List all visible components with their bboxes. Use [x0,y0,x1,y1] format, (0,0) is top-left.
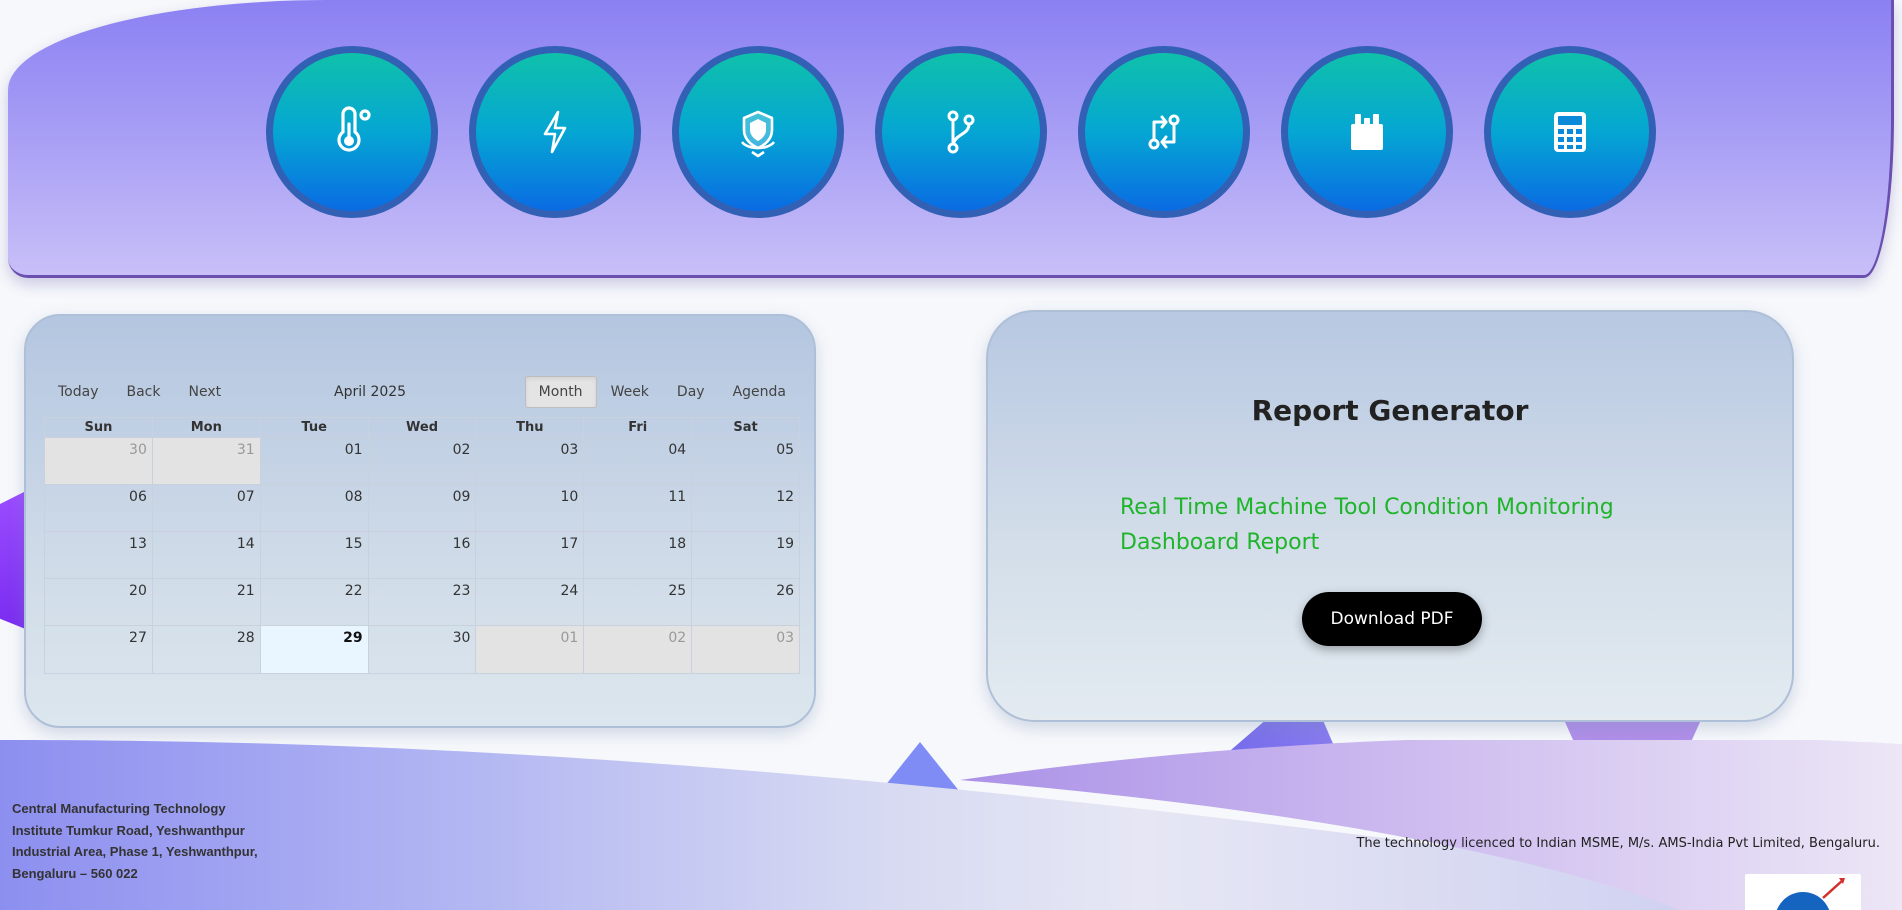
git-branch-icon [947,110,975,154]
calendar-day-cell[interactable]: 28 [151,626,260,673]
calendar-view-group: Month Week Day Agenda [524,376,800,408]
calendar-day-cell[interactable]: 30 [45,438,152,484]
calendar-day-cell[interactable]: 03 [691,626,800,673]
next-button[interactable]: Next [175,376,236,408]
calendar-day-today[interactable]: 29 [259,626,368,673]
view-day-button[interactable]: Day [663,376,719,408]
calendar-day-cell[interactable]: 01 [475,626,584,673]
footer-address: Central Manufacturing Technology Institu… [12,798,312,884]
weekday-header-row: Sun Mon Tue Wed Thu Fri Sat [45,418,799,438]
shield-icon [740,110,776,158]
calendar-day-cell[interactable]: 19 [691,532,799,578]
report-title: Report Generator [1251,394,1529,427]
calendar-day-cell[interactable]: 27 [45,626,152,673]
logo-icon [1776,878,1845,910]
weekday-header: Fri [583,418,691,437]
calendar-day-cell[interactable]: 24 [475,579,583,625]
calendar-day-cell[interactable]: 13 [45,532,152,578]
calendar-day-cell[interactable]: 08 [259,485,368,531]
calendar-day-cell[interactable]: 25 [583,579,691,625]
calendar-month-label: April 2025 [334,384,407,400]
module-nav [266,46,1656,218]
calendar-day-cell[interactable]: 01 [259,438,368,484]
calendar-day-cell[interactable]: 05 [691,438,799,484]
address-line: Bengaluru – 560 022 [12,865,138,881]
calendar-day-cell[interactable]: 07 [151,485,260,531]
calendar-week-row: 06 07 08 09 10 11 12 [45,485,799,532]
transfer-module-button[interactable] [1078,46,1250,218]
partner-logo [1745,874,1861,910]
calendar-day-cell[interactable]: 02 [583,626,692,673]
view-week-button[interactable]: Week [597,376,663,408]
calendar-month-grid: Sun Mon Tue Wed Thu Fri Sat 30 31 01 02 … [44,417,800,674]
download-pdf-button[interactable]: Download PDF [1302,592,1482,646]
calendar-day-cell[interactable]: 03 [475,438,583,484]
calendar-day-cell[interactable]: 16 [367,532,476,578]
temperature-module-button[interactable] [266,46,438,218]
report-subtitle: Real Time Machine Tool Condition Monitor… [1120,495,1614,555]
weekday-header: Sun [84,420,113,435]
calendar-day-cell[interactable]: 11 [583,485,691,531]
calendar-day-cell[interactable]: 31 [151,438,260,484]
calendar-day-cell[interactable]: 18 [583,532,691,578]
calendar-day-cell[interactable]: 06 [45,485,152,531]
calendar-week-row: 20 21 22 23 24 25 26 [45,579,799,626]
today-button[interactable]: Today [44,376,113,408]
calendar-nav-group: Today Back Next [44,376,235,408]
calendar-day-cell[interactable]: 26 [691,579,799,625]
calendar-day-cell[interactable]: 21 [151,579,260,625]
lightning-icon [543,110,567,154]
weekday-header: Thu [475,418,583,437]
calendar-day-cell[interactable]: 14 [151,532,260,578]
footer-license-text: The technology licenced to Indian MSME, … [1356,836,1880,851]
workflow-module-button[interactable] [875,46,1047,218]
address-line: Central Manufacturing Technology [12,801,226,816]
calendar-day-cell[interactable]: 12 [691,485,799,531]
security-module-button[interactable] [672,46,844,218]
back-button[interactable]: Back [113,376,175,408]
header-banner [8,0,1894,278]
weekday-header: Sat [691,418,799,437]
calendar-day-cell[interactable]: 22 [259,579,368,625]
calendar-day-cell[interactable]: 10 [475,485,583,531]
swap-arrows-icon [1148,114,1180,150]
address-line: Institute Tumkur Road, Yeshwanthpur [12,822,245,838]
plug-module-button[interactable] [1281,46,1453,218]
calendar-week-row: 30 31 01 02 03 04 05 [45,438,799,485]
temperature-icon [337,106,371,152]
view-month-button[interactable]: Month [524,376,597,408]
calendar-day-cell[interactable]: 15 [259,532,368,578]
calendar-day-cell[interactable]: 17 [475,532,583,578]
calculator-module-button[interactable] [1484,46,1656,218]
calendar-day-cell[interactable]: 04 [583,438,691,484]
power-module-button[interactable] [469,46,641,218]
calendar-week-row: 13 14 15 16 17 18 19 [45,532,799,579]
plug-icon [1351,114,1383,150]
calendar-day-cell[interactable]: 30 [367,626,476,673]
report-generator-card: Report Generator Real Time Machine Tool … [986,310,1794,722]
calendar-day-cell[interactable]: 23 [367,579,476,625]
calculator-icon [1554,112,1586,152]
weekday-header: Wed [367,418,476,437]
calendar-week-row: 27 28 29 30 01 02 03 [45,626,800,673]
calendar-day-cell[interactable]: 09 [367,485,476,531]
calendar-card: Today Back Next April 2025 Month Week Da… [24,314,816,728]
weekday-header: Mon [151,418,260,437]
calendar-toolbar: Today Back Next April 2025 Month Week Da… [44,376,800,410]
weekday-header: Tue [259,418,368,437]
address-line: Industrial Area, Phase 1, Yeshwanthpur, [12,844,258,859]
view-agenda-button[interactable]: Agenda [719,376,800,408]
calendar-day-cell[interactable]: 02 [367,438,476,484]
calendar-day-cell[interactable]: 20 [45,579,152,625]
